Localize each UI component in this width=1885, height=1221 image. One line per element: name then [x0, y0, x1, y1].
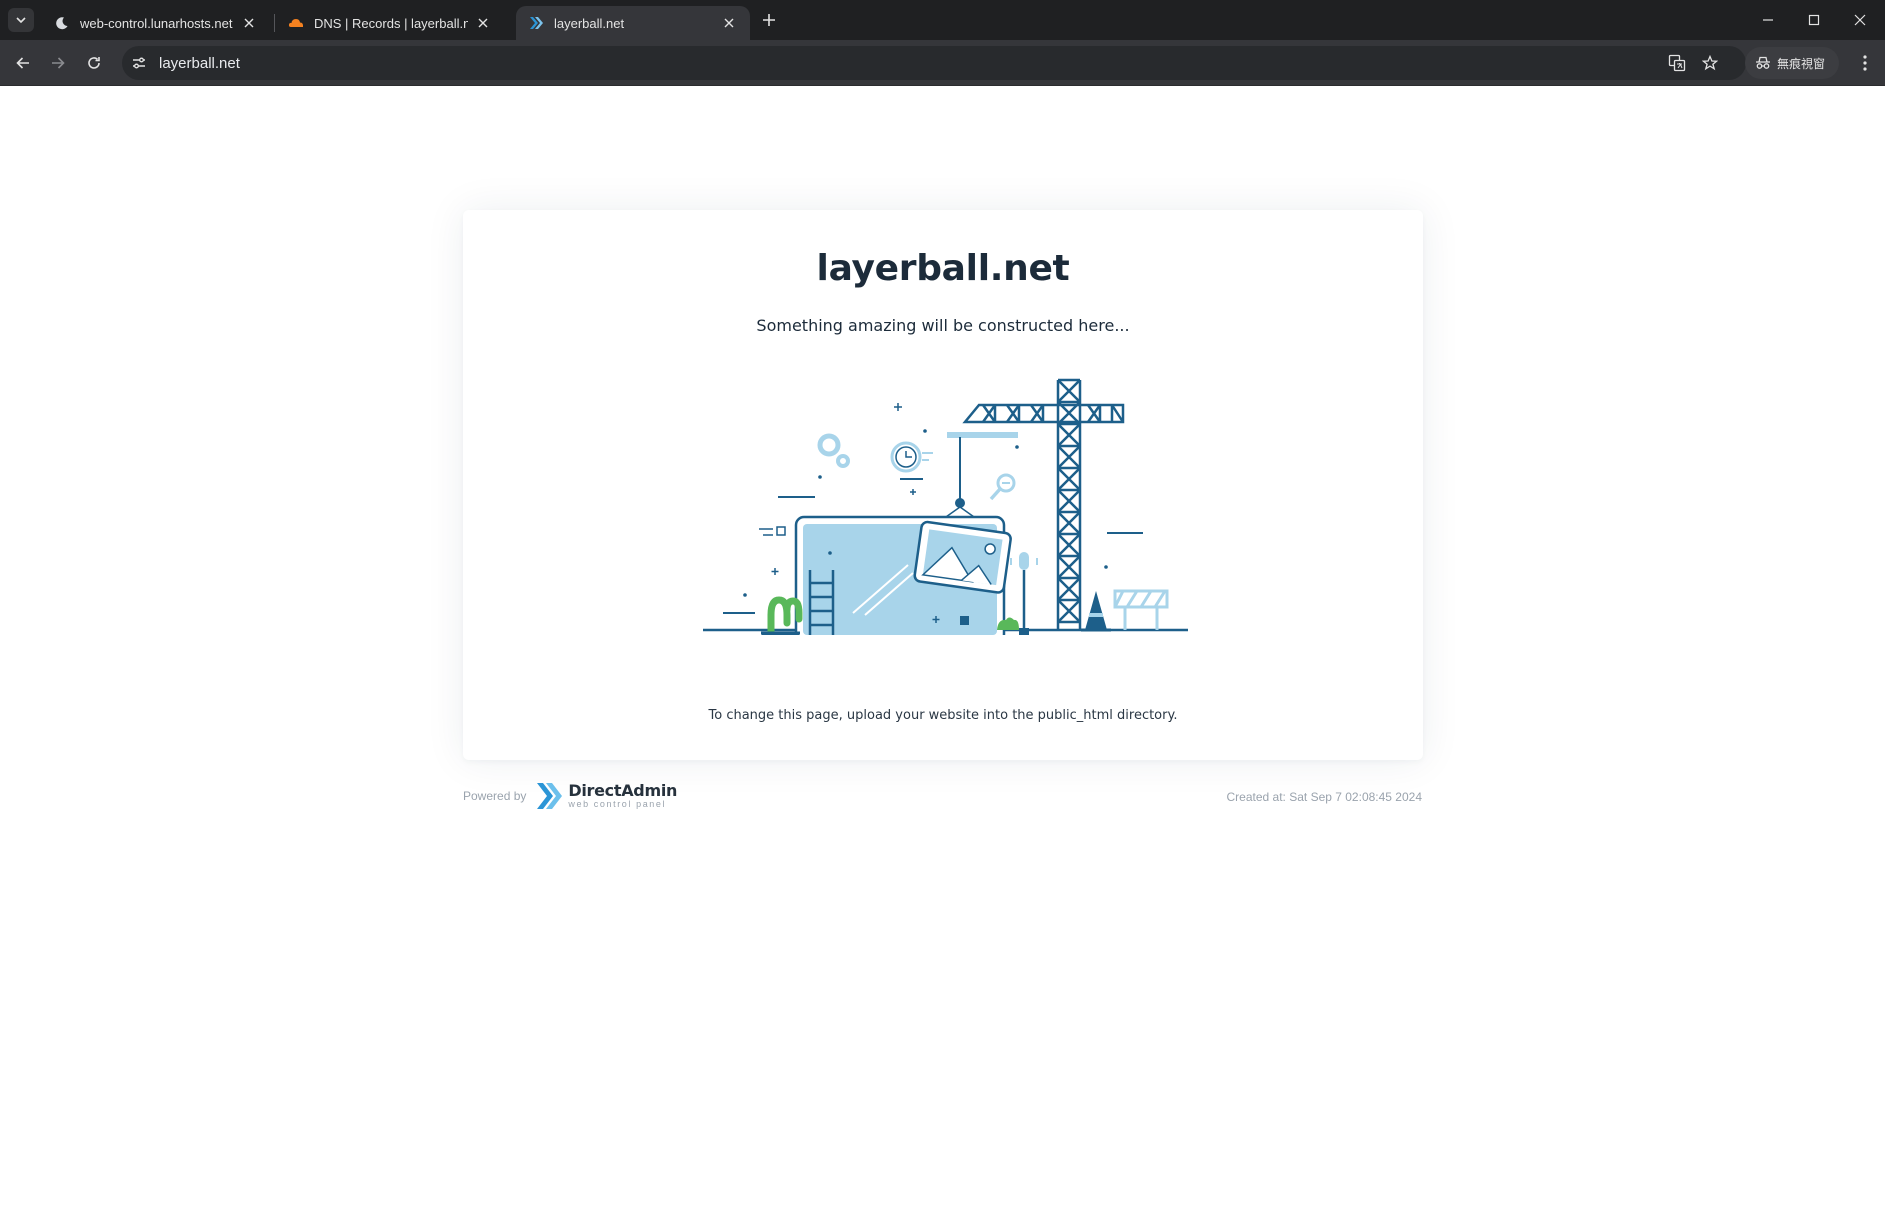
chevron-down-icon: [16, 17, 26, 24]
powered-by-label: Powered by: [463, 789, 527, 803]
tab-title: layerball.net: [554, 15, 625, 31]
tune-icon: [133, 57, 145, 69]
reload-icon: [88, 57, 100, 69]
tab-title: DNS | Records | layerball.net |: [314, 15, 468, 31]
reload-button[interactable]: [79, 48, 109, 78]
incognito-icon: [1756, 56, 1770, 69]
page-subtitle: Something amazing will be constructed he…: [756, 316, 1130, 335]
incognito-badge[interactable]: 無痕視窗: [1745, 47, 1839, 79]
crescent-moon-icon: [54, 15, 70, 31]
content-card: layerball.net Something amazing will be …: [463, 210, 1423, 760]
tab-web-control[interactable]: web-control.lunarhosts.net | D: [42, 6, 270, 40]
tab-layerball[interactable]: layerball.net: [516, 6, 750, 40]
minimize-button[interactable]: [1745, 0, 1791, 40]
page-title: layerball.net: [816, 248, 1070, 289]
new-tab-button[interactable]: [758, 9, 780, 31]
translate-button[interactable]: [1664, 50, 1690, 76]
maximize-button[interactable]: [1791, 0, 1837, 40]
browser-toolbar: layerball.net 無痕視窗: [0, 40, 1885, 86]
brand-tagline: web control panel: [568, 799, 667, 809]
address-bar[interactable]: layerball.net: [122, 46, 1746, 80]
directadmin-logo[interactable]: DirectAdmin web control panel: [536, 781, 677, 811]
tab-search-button[interactable]: [8, 8, 34, 32]
powered-by: Powered by DirectAdmin web control panel: [463, 778, 677, 814]
translate-icon: [1668, 54, 1686, 72]
minimize-icon: [1763, 19, 1773, 21]
tab-strip: web-control.lunarhosts.net | D DNS | Rec…: [0, 0, 1885, 40]
kebab-menu-icon: [1863, 55, 1867, 71]
close-icon: [1854, 14, 1866, 26]
tab-title: web-control.lunarhosts.net | D: [80, 15, 234, 31]
close-window-button[interactable]: [1837, 0, 1883, 40]
site-info-button[interactable]: [125, 49, 153, 77]
bookmark-button[interactable]: [1697, 50, 1723, 76]
tab-divider: [274, 14, 275, 32]
star-icon: [1702, 55, 1718, 71]
incognito-label: 無痕視窗: [1777, 56, 1826, 71]
close-icon[interactable]: [474, 14, 492, 32]
forward-button[interactable]: [43, 48, 73, 78]
close-icon[interactable]: [720, 14, 738, 32]
browser-menu-button[interactable]: [1852, 49, 1878, 77]
maximize-icon: [1808, 14, 1820, 26]
url-text[interactable]: layerball.net: [159, 55, 240, 72]
cloudflare-cloud-icon: [288, 15, 304, 31]
directadmin-icon: [537, 783, 563, 809]
arrow-left-icon: [16, 57, 29, 69]
under-construction-illustration: [703, 378, 1188, 635]
upload-hint: To change this page, upload your website…: [708, 708, 1178, 723]
plus-icon: [763, 14, 775, 26]
brand-name: DirectAdmin: [568, 781, 678, 800]
arrow-right-icon: [52, 57, 65, 69]
directadmin-icon: [528, 15, 544, 31]
tab-dns-records[interactable]: DNS | Records | layerball.net |: [276, 6, 504, 40]
page-viewport: layerball.net Something amazing will be …: [0, 87, 1885, 1221]
created-at: Created at: Sat Sep 7 02:08:45 2024: [1226, 790, 1422, 804]
back-button[interactable]: [8, 48, 38, 78]
close-icon[interactable]: [240, 14, 258, 32]
